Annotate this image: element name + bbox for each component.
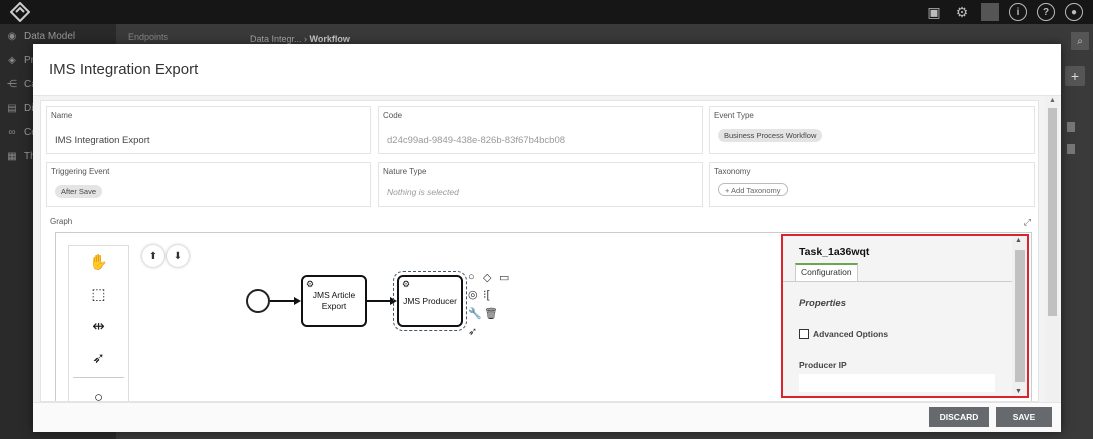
space-tool-icon[interactable]: ⇹ — [69, 310, 128, 342]
top-bar: ▣ ⚙ i ? ● — [0, 0, 1093, 24]
modal-title: IMS Integration Export — [49, 61, 199, 78]
trash-icon[interactable] — [1067, 144, 1075, 154]
calendar-icon[interactable]: ▣ — [925, 3, 943, 21]
top-toolbar: ▣ ⚙ i ? ● — [925, 3, 1083, 21]
tool-palette: ✋ ⬚ ⇹ ➶ ○ — [68, 245, 129, 402]
taxonomy-field: Taxonomy + Add Taxonomy — [709, 162, 1035, 207]
event-type-field[interactable]: Event Type Business Process Workflow — [709, 106, 1035, 154]
taxonomy-label: Taxonomy — [714, 167, 751, 176]
sequence-flow[interactable] — [270, 300, 294, 302]
scrollbar-thumb[interactable] — [1048, 108, 1057, 316]
properties-panel: Task_1a36wqt Configuration Properties Ad… — [781, 234, 1029, 398]
modal-footer: DISCARD SAVE — [33, 402, 1061, 432]
save-button[interactable]: SAVE — [996, 407, 1052, 427]
export-icon[interactable]: ⬆ — [142, 245, 164, 267]
scroll-up-icon[interactable]: ▲ — [1049, 97, 1056, 104]
checkbox-box[interactable] — [799, 329, 809, 339]
event-type-label: Event Type — [714, 111, 754, 120]
task-label: JMS Article Export — [312, 290, 356, 311]
triggering-event-field[interactable]: Triggering Event After Save — [46, 162, 371, 207]
link-icon: ∞ — [8, 126, 16, 138]
app-logo-icon[interactable] — [10, 2, 30, 22]
code-value: d24c99ad-9849-438e-826b-83f67b4bcb08 — [387, 135, 566, 146]
properties-content: Task_1a36wqt Configuration Properties Ad… — [783, 236, 1012, 396]
service-task-gear-icon: ⚙ — [402, 279, 411, 289]
code-label: Code — [383, 111, 403, 120]
breadcrumb: Data Integr... › Workflow — [250, 34, 350, 44]
tab-divider — [783, 281, 1012, 282]
toolbar-divider — [981, 3, 999, 21]
arrow-head — [390, 297, 397, 305]
triggering-event-chip[interactable]: After Save — [55, 185, 103, 198]
advanced-options-label: Advanced Options — [813, 329, 889, 339]
expand-icon[interactable]: ⤢ — [1024, 217, 1031, 228]
modal-header: IMS Integration Export — [33, 44, 1061, 96]
sequence-flow[interactable] — [367, 300, 391, 302]
lasso-tool-icon[interactable]: ⬚ — [69, 278, 128, 310]
start-event-tool-icon[interactable]: ○ — [69, 381, 128, 402]
arrow-head — [294, 297, 301, 305]
properties-title: Task_1a36wqt — [799, 246, 870, 258]
delete-trash-icon[interactable]: 🗑 — [484, 307, 498, 320]
scroll-down-icon[interactable]: ▼ — [1015, 388, 1022, 395]
event-type-chip[interactable]: Business Process Workflow — [718, 129, 823, 142]
modal-scrollbar[interactable]: ▲ — [1046, 96, 1059, 402]
scrollbar-thumb[interactable] — [1015, 250, 1025, 382]
trash-icon[interactable] — [1067, 122, 1075, 132]
tab-configuration[interactable]: Configuration — [795, 263, 858, 281]
append-task-icon[interactable]: ▭ — [499, 271, 509, 284]
connect-tool-icon[interactable]: ➶ — [69, 342, 128, 374]
scroll-up-icon[interactable]: ▲ — [1015, 237, 1022, 244]
connect-icon[interactable]: ➶ — [468, 325, 477, 338]
document-icon: ▤ — [7, 102, 17, 114]
download-icon[interactable]: ⬇ — [167, 245, 189, 267]
info-icon[interactable]: i — [1009, 3, 1027, 21]
search-icon[interactable]: ⌕ — [1071, 32, 1089, 50]
append-gateway-icon[interactable]: ◇ — [483, 271, 491, 284]
code-field[interactable]: Code d24c99ad-9849-438e-826b-83f67b4bcb0… — [378, 106, 703, 154]
user-avatar-icon[interactable]: ● — [1065, 3, 1083, 21]
nav-item-label: Data Model — [24, 30, 76, 42]
nature-type-label: Nature Type — [383, 167, 427, 176]
start-event[interactable] — [246, 289, 270, 313]
properties-heading: Properties — [799, 298, 846, 309]
name-field[interactable]: Name IMS Integration Export — [46, 106, 371, 154]
service-task-gear-icon: ⚙ — [306, 279, 315, 289]
name-label: Name — [51, 111, 73, 120]
add-taxonomy-button[interactable]: + Add Taxonomy — [718, 183, 788, 196]
append-end-event-icon[interactable]: ○ — [468, 271, 475, 283]
database-icon: ◉ — [7, 30, 17, 42]
graph-label: Graph — [50, 217, 73, 226]
task-jms-producer[interactable]: ⚙ JMS Producer — [393, 271, 467, 331]
palette-divider — [73, 377, 124, 378]
name-value: IMS Integration Export — [55, 135, 150, 146]
producer-ip-input[interactable] — [799, 374, 995, 392]
add-button[interactable]: + — [1065, 66, 1085, 86]
task-label: JMS Producer — [403, 295, 457, 306]
producer-ip-label: Producer IP — [799, 360, 847, 370]
advanced-options-checkbox[interactable]: Advanced Options — [799, 329, 888, 339]
task-jms-article-export[interactable]: ⚙ JMS Article Export — [301, 275, 367, 327]
gear-icon[interactable]: ⚙ — [953, 3, 971, 21]
nature-type-field[interactable]: Nature Type Nothing is selected — [378, 162, 703, 207]
layers-icon: ▦ — [7, 150, 17, 162]
hand-tool-icon[interactable]: ✋ — [69, 246, 128, 278]
discard-button[interactable]: DISCARD — [929, 407, 989, 427]
endpoints-label: Endpoints — [128, 32, 169, 42]
breadcrumb-item[interactable]: Data Integr... — [250, 34, 302, 44]
properties-scrollbar[interactable]: ▲ ▼ — [1012, 236, 1027, 396]
nature-type-placeholder: Nothing is selected — [387, 187, 459, 197]
shield-icon: ◈ — [8, 54, 16, 66]
append-text-annotation-icon[interactable]: ⁝[ — [483, 288, 490, 301]
help-icon[interactable]: ? — [1037, 3, 1055, 21]
workflow-modal: IMS Integration Export Name IMS Integrat… — [33, 44, 1061, 432]
change-type-wrench-icon[interactable]: 🔧 — [468, 307, 482, 320]
share-icon: ⋲ — [7, 78, 17, 90]
breadcrumb-current: Workflow — [309, 34, 350, 44]
triggering-event-label: Triggering Event — [51, 167, 110, 176]
append-intermediate-event-icon[interactable]: ◎ — [468, 288, 478, 301]
